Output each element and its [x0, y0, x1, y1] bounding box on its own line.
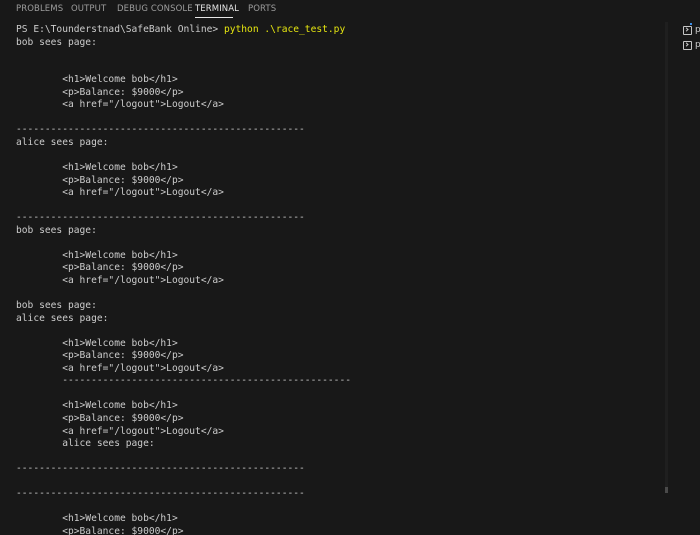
terminal-line: bob sees page: [16, 300, 97, 312]
terminal-line: ----------------------------------------… [16, 488, 305, 500]
terminal-line: <a href="/logout">Logout</a> [16, 99, 224, 111]
terminal-line: <h1>Welcome bob</h1> [16, 162, 178, 174]
tab-ports[interactable]: PORTS [248, 4, 276, 14]
active-tab-indicator [195, 17, 233, 18]
terminal-line: bob sees page: [16, 224, 97, 236]
terminal-line: <p>Balance: $9000</p> [16, 174, 184, 186]
terminal-line: alice sees page: [16, 312, 109, 324]
terminal-line: <p>Balance: $9000</p> [16, 412, 184, 424]
terminal-scrollbar[interactable] [665, 22, 668, 492]
tab-terminal[interactable]: TERMINAL [195, 4, 239, 14]
panel-tab-bar: PROBLEMS OUTPUT DEBUG CONSOLE TERMINAL P… [0, 0, 700, 20]
terminal-line: alice sees page: [16, 438, 155, 450]
terminal-icon [683, 41, 692, 50]
terminal-line: <a href="/logout">Logout</a> [16, 362, 224, 374]
terminal-list-label: p [695, 40, 700, 50]
terminal-prompt: PS E:\Tounderstnad\SafeBank Online> [16, 24, 224, 35]
terminal-line: <h1>Welcome bob</h1> [16, 337, 178, 349]
terminal-line: <a href="/logout">Logout</a> [16, 187, 224, 199]
terminal-line: <p>Balance: $9000</p> [16, 350, 184, 362]
terminal-line: <p>Balance: $9000</p> [16, 86, 184, 98]
terminal-line: <p>Balance: $9000</p> [16, 525, 184, 535]
tab-problems[interactable]: PROBLEMS [16, 4, 63, 14]
terminal-line: <h1>Welcome bob</h1> [16, 74, 178, 86]
tab-output[interactable]: OUTPUT [71, 4, 106, 14]
terminal-list-label: p [695, 25, 700, 35]
terminal-line: <a href="/logout">Logout</a> [16, 274, 224, 286]
terminal-list-item[interactable]: p [676, 39, 700, 53]
terminal-line: alice sees page: [16, 136, 109, 148]
terminal-line: ----------------------------------------… [16, 463, 305, 475]
terminal-line: <p>Balance: $9000</p> [16, 262, 184, 274]
terminal-line: ----------------------------------------… [16, 212, 305, 224]
terminal-prompt-line: PS E:\Tounderstnad\SafeBank Online> pyth… [16, 24, 656, 37]
terminal-line: <a href="/logout">Logout</a> [16, 425, 224, 437]
terminal-line: ----------------------------------------… [16, 124, 305, 136]
terminal-output[interactable]: PS E:\Tounderstnad\SafeBank Online> pyth… [16, 24, 656, 535]
tab-debug-console[interactable]: DEBUG CONSOLE [117, 4, 193, 14]
terminal-list-item[interactable]: p [676, 24, 700, 38]
terminal-line: <h1>Welcome bob</h1> [16, 513, 178, 525]
terminal-icon [683, 26, 692, 35]
terminal-line: <h1>Welcome bob</h1> [16, 400, 178, 412]
terminal-line: bob sees page: [16, 36, 97, 48]
scrollbar-thumb[interactable] [665, 487, 668, 493]
terminal-lines: bob sees page: <h1>Welcome bob</h1> <p>B… [16, 37, 656, 535]
terminal-list: p p [676, 22, 700, 62]
terminal-line: ----------------------------------------… [16, 375, 352, 387]
terminal-line: <h1>Welcome bob</h1> [16, 249, 178, 261]
terminal-command: python .\race_test.py [223, 24, 346, 35]
